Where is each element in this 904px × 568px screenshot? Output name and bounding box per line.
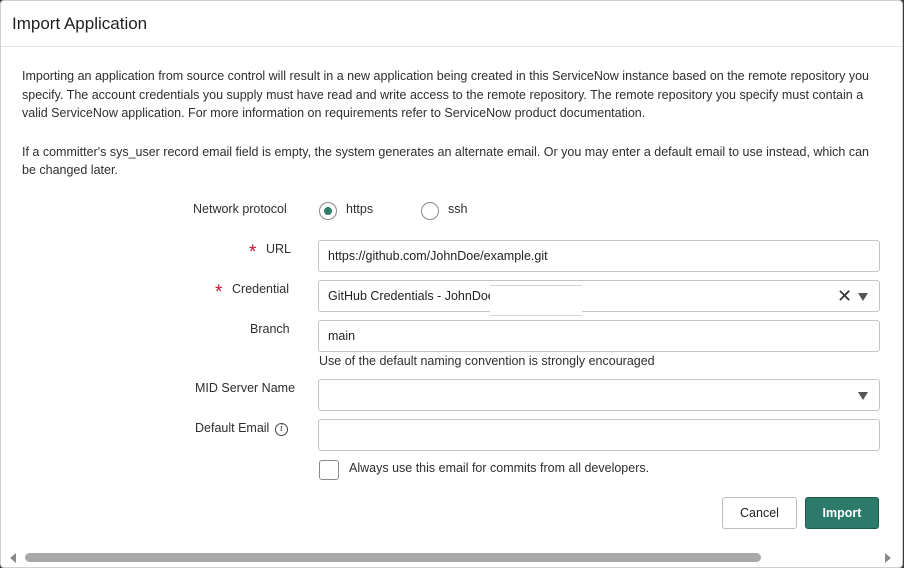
default-email-input[interactable]: [318, 419, 880, 451]
always-use-email-label[interactable]: Always use this email for commits from a…: [349, 461, 649, 475]
scroll-right-icon[interactable]: [885, 553, 891, 563]
radio-https-label[interactable]: https: [346, 202, 373, 216]
scrollbar-thumb[interactable]: [25, 553, 761, 562]
credential-select[interactable]: GitHub Credentials - JohnDoe/: [318, 280, 880, 312]
credential-label: Credential: [232, 282, 289, 296]
mid-server-chevron-down-icon[interactable]: [858, 392, 868, 400]
radio-https[interactable]: [319, 202, 337, 220]
branch-input[interactable]: main: [318, 320, 880, 352]
horizontal-scrollbar[interactable]: [1, 549, 902, 567]
import-button[interactable]: Import: [805, 497, 879, 529]
credential-value: GitHub Credentials - JohnDoe/: [328, 289, 499, 303]
url-input[interactable]: https://github.com/JohnDoe/example.git: [318, 240, 880, 272]
default-email-label: Default Email: [195, 421, 270, 435]
radio-ssh-label[interactable]: ssh: [448, 202, 467, 216]
mid-server-select[interactable]: [318, 379, 880, 411]
mid-server-label: MID Server Name: [195, 381, 296, 395]
branch-hint: Use of the default naming convention is …: [319, 354, 655, 368]
cancel-button[interactable]: Cancel: [722, 497, 797, 529]
credential-chevron-down-icon[interactable]: [858, 293, 868, 301]
url-required-icon: *: [249, 242, 257, 263]
info-icon[interactable]: i: [275, 423, 288, 436]
dialog-title: Import Application: [12, 14, 148, 33]
branch-label: Branch: [250, 322, 290, 336]
credential-required-icon: *: [215, 282, 223, 303]
intro-text: Importing an application from source con…: [22, 67, 872, 200]
always-use-email-checkbox[interactable]: [319, 460, 339, 480]
radio-ssh[interactable]: [421, 202, 439, 220]
network-protocol-label: Network protocol: [193, 202, 287, 216]
scroll-left-icon[interactable]: [10, 553, 16, 563]
url-label: URL: [266, 242, 292, 256]
intro-paragraph-1: Importing an application from source con…: [22, 69, 869, 120]
clear-icon[interactable]: ✕: [837, 287, 852, 305]
import-application-dialog: Import Application Importing an applicat…: [1, 1, 902, 567]
redacted-area: [490, 285, 582, 316]
dialog-header: Import Application: [1, 1, 902, 47]
intro-paragraph-2: If a committer's sys_user record email f…: [22, 144, 869, 178]
